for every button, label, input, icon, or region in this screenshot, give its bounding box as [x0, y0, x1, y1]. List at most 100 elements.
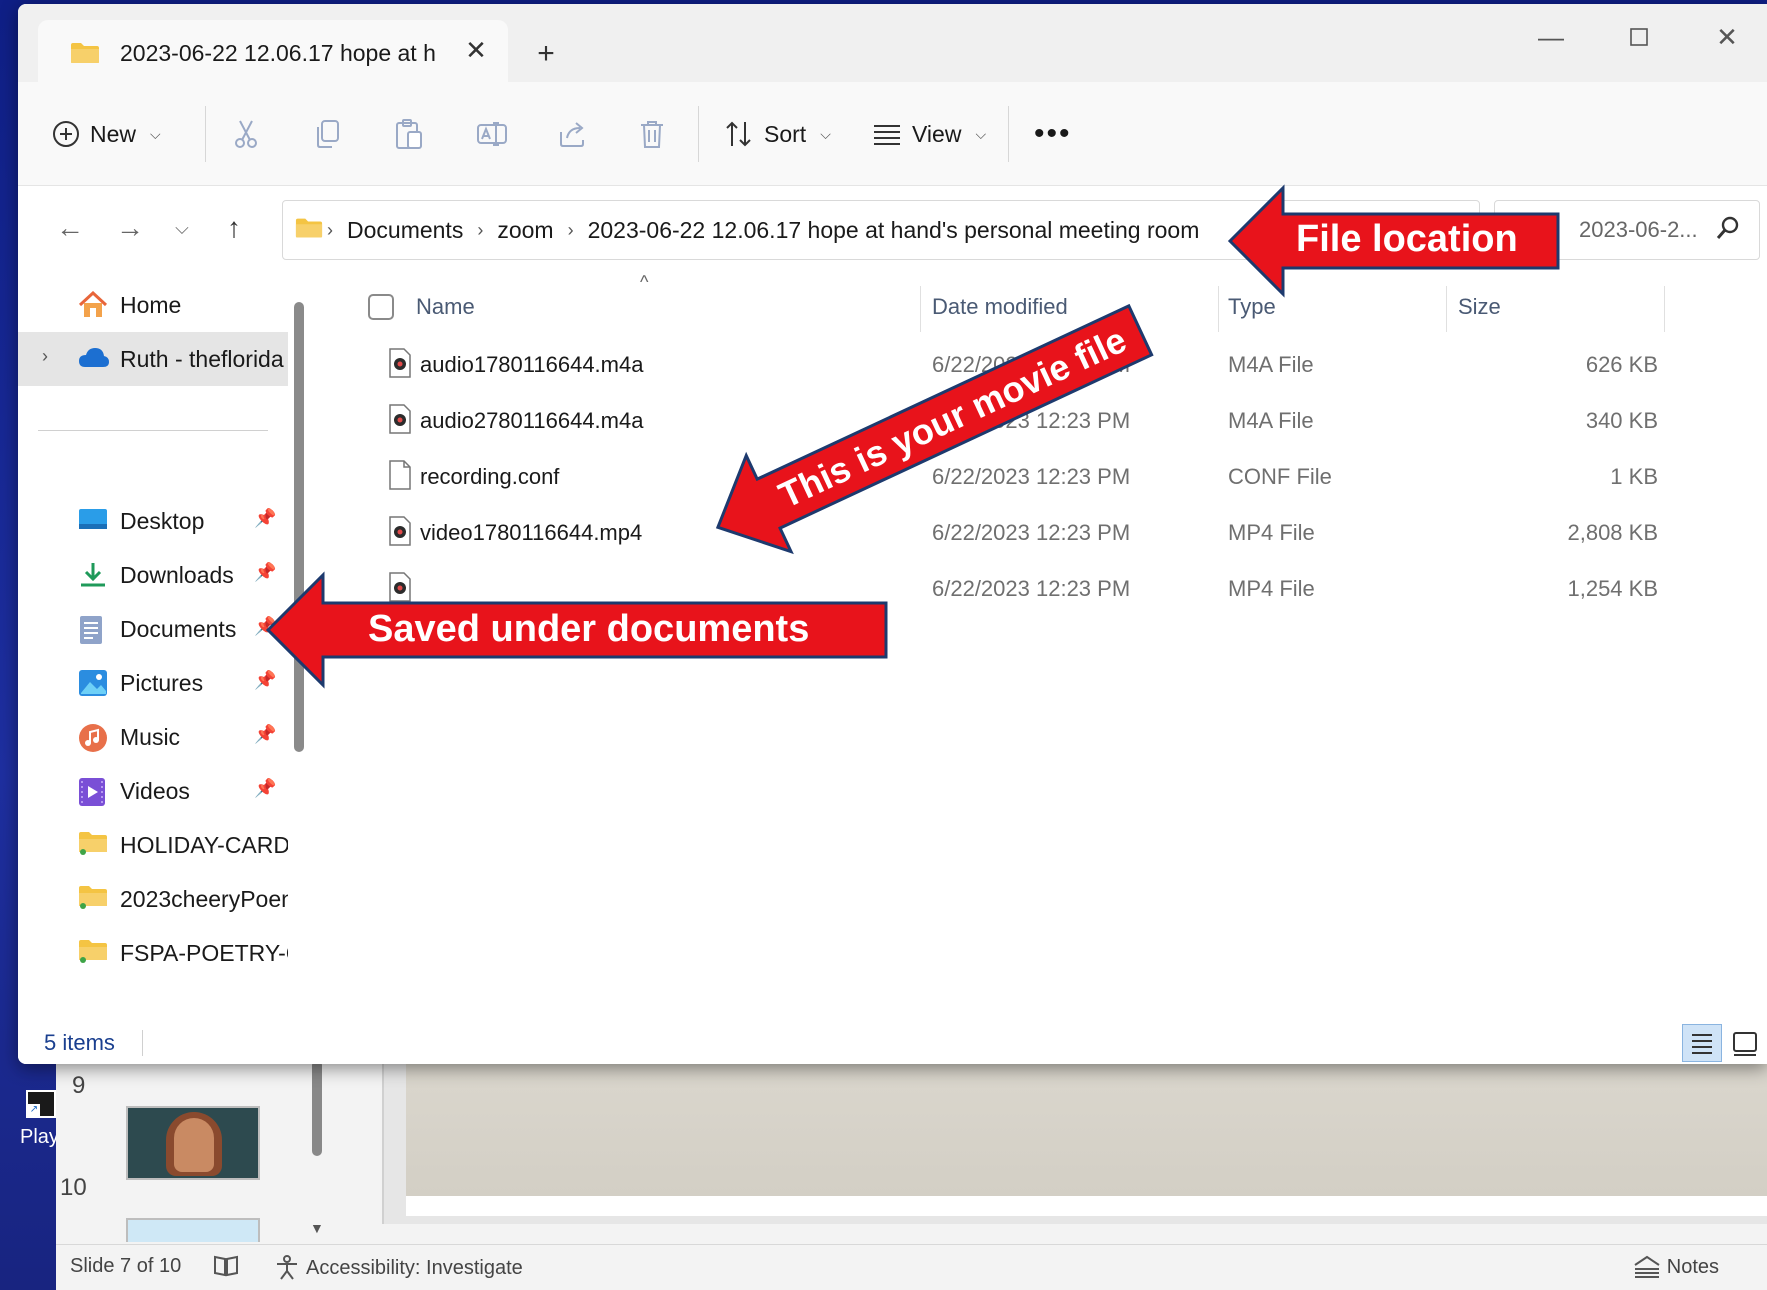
cut-button[interactable]	[232, 108, 260, 160]
file-row[interactable]: recording.conf 6/22/2023 12:23 PM CONF F…	[328, 448, 1767, 504]
close-window-button[interactable]: ✕	[1694, 14, 1760, 60]
plus-circle-icon	[53, 121, 79, 147]
command-bar: New ⌵ Sort ⌵ View ⌵ •••	[18, 82, 1767, 186]
sidebar-item-pictures[interactable]: Pictures 📌	[18, 656, 288, 710]
sidebar-item-music[interactable]: Music 📌	[18, 710, 288, 764]
pin-icon[interactable]: 📌	[254, 778, 276, 799]
column-name[interactable]: Name	[416, 294, 475, 320]
file-type: MP4 File	[1228, 576, 1315, 601]
media-file-icon	[388, 404, 412, 440]
explorer-tab[interactable]: 2023-06-22 12.06.17 hope at h ✕	[38, 20, 508, 84]
videos-icon	[78, 777, 108, 806]
up-arrow-icon[interactable]: ↑	[214, 208, 254, 248]
sidebar-item-label: Desktop	[120, 508, 205, 534]
file-name: audio2780116644.m4a	[420, 408, 644, 433]
shortcut-icon: ↗	[26, 1090, 56, 1118]
notes-icon	[1634, 1255, 1660, 1278]
view-button[interactable]: View ⌵	[872, 108, 986, 160]
sort-ascending-icon: ^	[640, 272, 649, 292]
view-label: View	[912, 120, 962, 147]
sidebar-item-label: Ruth - theflorida	[120, 346, 284, 372]
slide-thumbnail-9[interactable]	[126, 1106, 260, 1180]
large-icons-view-button[interactable]	[1726, 1024, 1764, 1062]
file-size: 1,254 KB	[1567, 576, 1658, 601]
folder-icon	[295, 217, 323, 244]
media-file-icon	[388, 516, 412, 552]
accessibility-status[interactable]: Accessibility: Investigate	[274, 1255, 523, 1281]
trash-icon	[641, 121, 663, 148]
sidebar-item-label: HOLIDAY-CARD	[120, 832, 288, 858]
sidebar-item-documents[interactable]: Documents 📌	[18, 602, 288, 656]
file-size: 626 KB	[1585, 352, 1658, 377]
folder-icon	[78, 831, 108, 859]
forward-arrow-icon[interactable]: →	[110, 208, 150, 248]
new-button[interactable]: New ⌵	[52, 108, 161, 160]
sidebar-item-videos[interactable]: Videos 📌	[18, 764, 288, 818]
chevron-down-icon: ⌵	[975, 125, 987, 142]
share-icon	[560, 122, 584, 147]
search-icon	[1715, 215, 1741, 246]
text-file-icon	[388, 460, 412, 496]
cloud-icon	[78, 345, 109, 373]
file-explorer-window: 2023-06-22 12.06.17 hope at h ✕ + — ✕ Ne…	[18, 4, 1767, 1064]
sidebar-item-folder[interactable]: 2023cheeryPoen	[18, 872, 288, 926]
paste-button[interactable]	[394, 108, 424, 160]
slide-thumbnail-10[interactable]	[126, 1218, 260, 1242]
file-name: audio1780116644.m4a	[420, 352, 644, 377]
back-arrow-icon[interactable]: ←	[50, 208, 90, 248]
sidebar-item-folder[interactable]: FSPA-POETRY-C	[18, 926, 288, 980]
details-view-button[interactable]	[1682, 1024, 1722, 1062]
share-button[interactable]	[558, 108, 588, 160]
file-name: recording.conf	[420, 464, 560, 489]
sidebar-item-home[interactable]: Home	[18, 278, 288, 332]
close-tab-icon[interactable]: ✕	[458, 32, 494, 68]
rename-icon	[477, 122, 507, 146]
recent-locations-icon[interactable]: ⌵	[162, 208, 202, 248]
scroll-down-icon[interactable]: ▼	[310, 1220, 324, 1236]
slide-number-10: 10	[60, 1174, 87, 1201]
sidebar-divider	[38, 430, 268, 431]
folder-icon	[78, 885, 108, 913]
media-file-icon	[388, 348, 412, 384]
pin-icon[interactable]: 📌	[254, 724, 276, 745]
sort-button[interactable]: Sort ⌵	[724, 108, 831, 160]
folder-icon	[70, 42, 100, 69]
file-row[interactable]: video1780116644.mp4 6/22/2023 12:23 PM M…	[328, 504, 1767, 560]
pictures-icon	[78, 669, 108, 697]
folder-icon	[78, 939, 108, 967]
breadcrumb-documents[interactable]: Documents	[347, 217, 463, 244]
rename-button[interactable]	[476, 108, 508, 160]
file-type: M4A File	[1228, 352, 1314, 377]
minimize-button[interactable]: —	[1518, 14, 1584, 60]
chevron-down-icon: ⌵	[820, 125, 831, 142]
sidebar-item-folder[interactable]: HOLIDAY-CARD	[18, 818, 288, 872]
download-icon	[78, 561, 108, 589]
file-type: CONF File	[1228, 464, 1332, 489]
slide-counter: Slide 7 of 10	[70, 1255, 182, 1277]
music-icon	[78, 723, 108, 752]
accessibility-icon	[277, 1255, 297, 1280]
breadcrumb-current-folder[interactable]: 2023-06-22 12.06.17 hope at hand's perso…	[588, 217, 1200, 244]
spelling-icon[interactable]	[212, 1253, 240, 1279]
delete-button[interactable]	[638, 108, 666, 160]
sort-icon	[726, 121, 751, 147]
more-options-icon[interactable]: •••	[1034, 108, 1072, 160]
notes-button[interactable]: Notes	[1633, 1255, 1719, 1279]
breadcrumb-zoom[interactable]: zoom	[497, 217, 553, 244]
new-tab-button[interactable]: +	[526, 34, 566, 74]
select-all-checkbox[interactable]	[368, 294, 394, 320]
file-date: 6/22/2023 12:23 PM	[932, 576, 1131, 601]
file-location-callout-text: File location	[1296, 218, 1518, 260]
pin-icon[interactable]: 📌	[254, 508, 276, 529]
sidebar-item-downloads[interactable]: Downloads 📌	[18, 548, 288, 602]
copy-icon	[317, 120, 339, 148]
sidebar-item-desktop[interactable]: Desktop 📌	[18, 494, 288, 548]
sidebar-item-onedrive[interactable]: › Ruth - theflorida	[18, 332, 288, 386]
notes-label: Notes	[1666, 1255, 1719, 1278]
desktop-icon	[78, 507, 108, 535]
maximize-button[interactable]	[1606, 14, 1672, 60]
home-icon	[78, 290, 108, 319]
chevron-right-icon[interactable]: ›	[42, 346, 48, 367]
copy-button[interactable]	[314, 108, 342, 160]
chevron-down-icon: ⌵	[150, 125, 161, 142]
